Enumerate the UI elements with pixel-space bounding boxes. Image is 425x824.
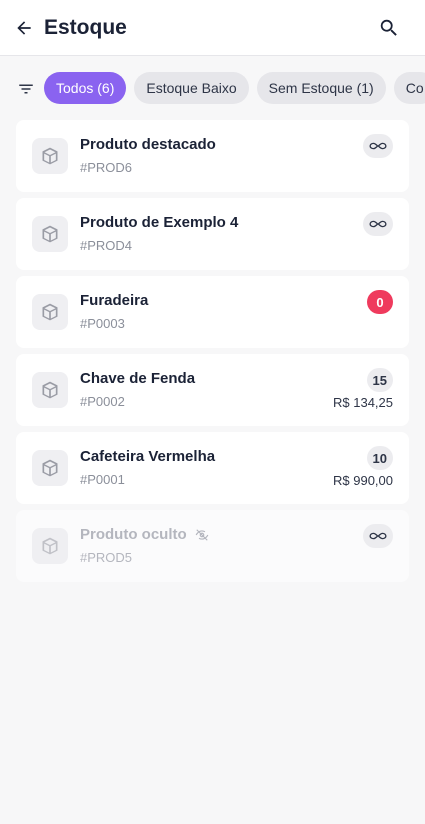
product-price: R$ 990,00 bbox=[333, 473, 393, 488]
product-name: Furadeira bbox=[80, 292, 149, 309]
back-button[interactable] bbox=[12, 16, 36, 40]
product-thumbnail bbox=[32, 528, 68, 564]
product-thumbnail bbox=[32, 372, 68, 408]
product-sku: #PROD6 bbox=[80, 160, 133, 175]
product-name: Produto de Exemplo 4 bbox=[80, 214, 239, 231]
filter-chip-estoque-baixo[interactable]: Estoque Baixo bbox=[134, 72, 249, 104]
stock-badge bbox=[363, 524, 393, 548]
filter-chip-todos[interactable]: Todos (6) bbox=[44, 72, 127, 104]
filter-chip-sem-estoque[interactable]: Sem Estoque (1) bbox=[256, 72, 386, 104]
filter-list-icon bbox=[19, 84, 33, 94]
product-price: R$ 134,25 bbox=[333, 395, 393, 410]
box-icon bbox=[42, 147, 58, 165]
product-card-hidden[interactable]: Produto oculto #PROD5 bbox=[16, 510, 409, 582]
product-name: Cafeteira Vermelha bbox=[80, 448, 216, 465]
filter-bar: Todos (6) Estoque Baixo Sem Estoque (1) … bbox=[0, 56, 425, 120]
product-card[interactable]: Produto destacado #PROD6 bbox=[16, 120, 409, 192]
infinity-icon bbox=[369, 142, 387, 150]
product-list: Produto destacado #PROD6 Produto de Exem… bbox=[16, 120, 409, 588]
product-sku: #PROD5 bbox=[80, 550, 133, 565]
stock-badge bbox=[363, 134, 393, 158]
stock-badge-out: 0 bbox=[367, 290, 393, 314]
arrow-left-icon bbox=[17, 21, 31, 35]
product-card[interactable]: Furadeira #P0003 0 bbox=[16, 276, 409, 348]
product-sku: #P0002 bbox=[80, 394, 125, 409]
filter-chips: Todos (6) Estoque Baixo Sem Estoque (1) … bbox=[44, 72, 425, 104]
filter-button[interactable] bbox=[16, 79, 36, 99]
stock-badge: 15 bbox=[366, 368, 393, 392]
box-icon bbox=[42, 459, 58, 477]
eye-off-icon bbox=[195, 528, 209, 542]
page-title: Estoque bbox=[44, 16, 127, 39]
product-card[interactable]: Cafeteira Vermelha #P0001 10 R$ 990,00 bbox=[16, 432, 409, 504]
product-thumbnail bbox=[32, 216, 68, 252]
search-icon bbox=[380, 19, 397, 36]
product-thumbnail bbox=[32, 294, 68, 330]
product-sku: #P0001 bbox=[80, 472, 125, 487]
box-icon bbox=[42, 537, 58, 555]
product-card[interactable]: Produto de Exemplo 4 #PROD4 bbox=[16, 198, 409, 270]
search-button[interactable] bbox=[377, 16, 401, 40]
product-sku: #P0003 bbox=[80, 316, 125, 331]
filter-chip-partial[interactable]: Co bbox=[393, 72, 425, 104]
infinity-icon bbox=[369, 220, 387, 228]
stock-badge: 10 bbox=[366, 446, 393, 470]
product-name: Produto destacado bbox=[80, 136, 216, 153]
product-name: Chave de Fenda bbox=[80, 370, 196, 387]
product-name: Produto oculto bbox=[80, 525, 209, 545]
box-icon bbox=[42, 225, 58, 243]
infinity-icon bbox=[369, 532, 387, 540]
stock-badge bbox=[363, 212, 393, 236]
product-card[interactable]: Chave de Fenda #P0002 15 R$ 134,25 bbox=[16, 354, 409, 426]
product-thumbnail bbox=[32, 138, 68, 174]
box-icon bbox=[42, 303, 58, 321]
box-icon bbox=[42, 381, 58, 399]
app-bar: Estoque bbox=[0, 0, 425, 56]
product-thumbnail bbox=[32, 450, 68, 486]
product-sku: #PROD4 bbox=[80, 238, 133, 253]
